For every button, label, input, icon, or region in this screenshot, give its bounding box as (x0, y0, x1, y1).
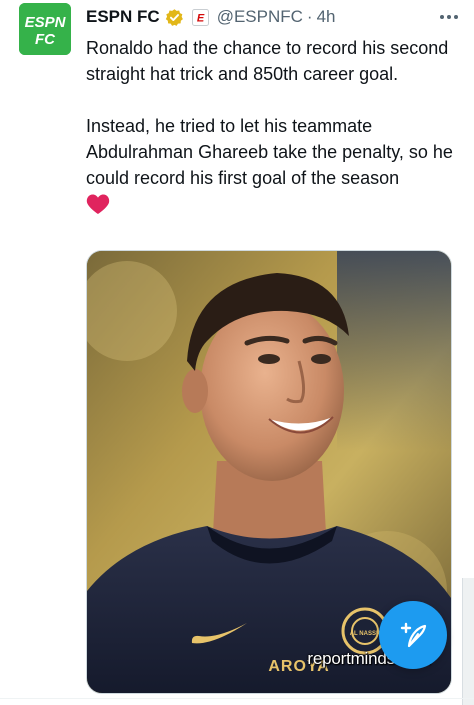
avatar-text-line1: ESPN (25, 14, 67, 31)
tweet: ESPN FC ESPN FC E @ESPNFC · 4h Ronaldo h… (0, 0, 474, 705)
separator: · (306, 7, 313, 26)
tweet-paragraph-1: Ronaldo had the chance to record his sec… (86, 38, 449, 84)
espn-affiliate-icon[interactable]: E (191, 8, 209, 26)
display-name[interactable]: ESPN FC (86, 7, 160, 27)
avatar-text-line2: FC (35, 31, 56, 48)
espn-fc-logo: ESPN FC (19, 3, 71, 55)
more-icon[interactable] (436, 7, 462, 27)
compose-button[interactable] (379, 601, 447, 669)
avatar[interactable]: ESPN FC (19, 3, 71, 55)
red-heart-icon (86, 194, 110, 214)
svg-text:E: E (197, 12, 205, 24)
verified-badge-icon[interactable] (165, 8, 184, 27)
tweet-text: Ronaldo had the chance to record his sec… (86, 35, 466, 215)
compose-icon (400, 622, 427, 648)
crest-text: AL NASSR (350, 631, 381, 637)
timestamp[interactable]: 4h (317, 7, 336, 27)
divider (0, 698, 474, 699)
handle[interactable]: @ESPNFC (217, 7, 303, 27)
tweet-header: ESPN FC E @ESPNFC · 4h (86, 4, 462, 30)
adjacent-panel (462, 578, 474, 705)
tweet-paragraph-2: Instead, he tried to let his teammate Ab… (86, 116, 453, 188)
